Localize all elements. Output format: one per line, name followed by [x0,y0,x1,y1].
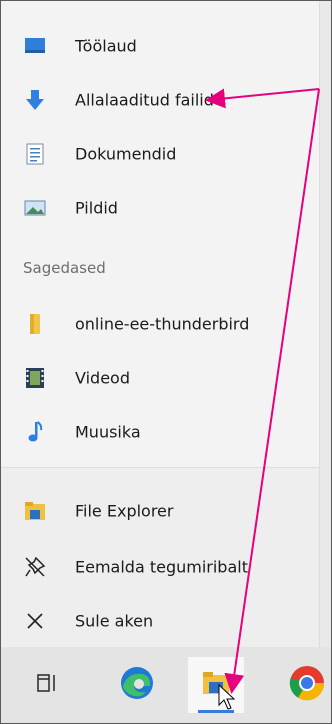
jump-item-label: Videod [75,368,130,388]
jump-item-label: online-ee-thunderbird [75,314,250,334]
edge-icon [118,664,156,706]
action-close-window[interactable]: Sule aken [1,597,319,645]
jump-item-videos[interactable]: Videod [1,354,319,402]
folder-icon [23,312,47,336]
jump-item-label: Muusika [75,422,141,442]
pictures-icon [23,196,47,220]
jump-item-label: Pildid [75,198,118,218]
taskbar [1,647,331,723]
chrome-icon [288,664,326,706]
close-icon [23,609,47,633]
taskbar-task-view[interactable] [19,657,75,713]
action-file-explorer[interactable]: File Explorer [1,487,319,535]
action-unpin[interactable]: Eemalda tegumiribalt [1,543,319,591]
video-icon [23,366,47,390]
taskbar-chrome[interactable] [279,657,331,713]
file-explorer-icon [201,670,231,700]
music-note-icon [23,420,47,444]
document-icon [23,142,47,166]
download-arrow-icon [23,88,47,112]
jump-item-label: Allalaaditud failid [75,90,214,110]
jump-item-pictures[interactable]: Pildid [1,184,319,232]
jump-item-label: Töölaud [75,36,137,56]
action-label: File Explorer [75,501,174,521]
jump-item-downloads[interactable]: Allalaaditud failid [1,76,319,124]
jump-item-folder[interactable]: online-ee-thunderbird [1,300,319,348]
action-label: Eemalda tegumiribalt [75,557,248,577]
jump-item-documents[interactable]: Dokumendid [1,130,319,178]
jump-list-window: Töölaud Allalaaditud failid Dokumendid P… [0,0,332,724]
jump-list-menu: Töölaud Allalaaditud failid Dokumendid P… [1,1,319,647]
action-label: Sule aken [75,611,154,631]
scrollbar[interactable] [319,1,331,647]
jump-item-label: Dokumendid [75,144,177,164]
taskbar-edge[interactable] [109,657,165,713]
task-view-icon [35,672,59,698]
section-header-frequent: Sagedased [23,259,106,277]
unpin-icon [23,555,47,579]
jump-item-music[interactable]: Muusika [1,408,319,456]
taskbar-file-explorer[interactable] [188,657,244,713]
desktop-icon [23,34,47,58]
file-explorer-icon [23,499,47,523]
jump-item-desktop[interactable]: Töölaud [1,22,319,70]
divider [1,467,319,468]
